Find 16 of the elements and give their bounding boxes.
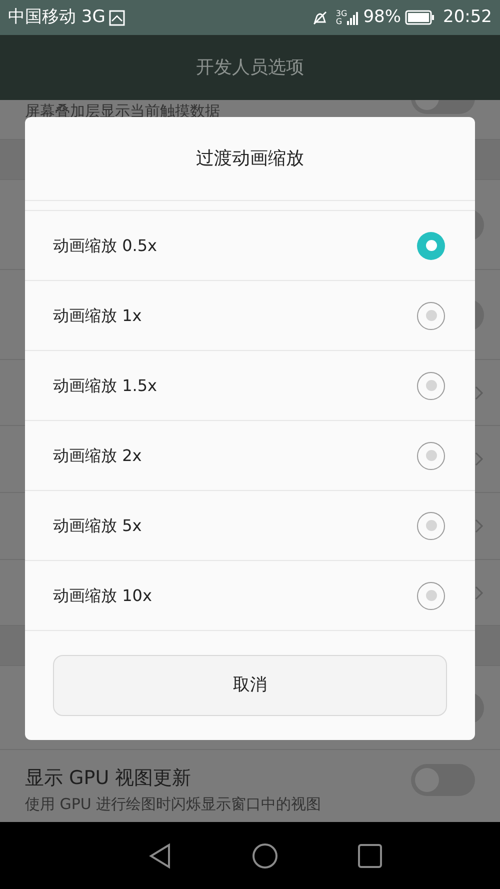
clock: 20:52 [443, 6, 492, 29]
option-row[interactable]: 动画缩放 1x [25, 281, 475, 351]
cancel-button[interactable]: 取消 [53, 655, 447, 716]
page-title: 开发人员选项 [196, 56, 304, 80]
setting-title: 显示 GPU 视图更新 [25, 766, 192, 791]
network-label: 3G [336, 10, 348, 18]
setting-description: 使用 GPU 进行绘图时闪烁显示窗口中的视图 [25, 794, 322, 814]
network-label: G [336, 18, 344, 26]
dialog-title: 过渡动画缩放 [196, 147, 304, 171]
option-row[interactable]: 动画缩放 0.5x [25, 211, 475, 281]
option-row[interactable]: 动画缩放 10x [25, 561, 475, 631]
option-row[interactable]: 动画缩放 2x [25, 421, 475, 491]
carrier-name: 中国移动 3G [8, 6, 106, 29]
option-row[interactable]: 动画缩放 5x [25, 491, 475, 561]
battery-percent: 98% [363, 6, 401, 29]
option-row[interactable]: 动画缩放 1.5x [25, 351, 475, 421]
